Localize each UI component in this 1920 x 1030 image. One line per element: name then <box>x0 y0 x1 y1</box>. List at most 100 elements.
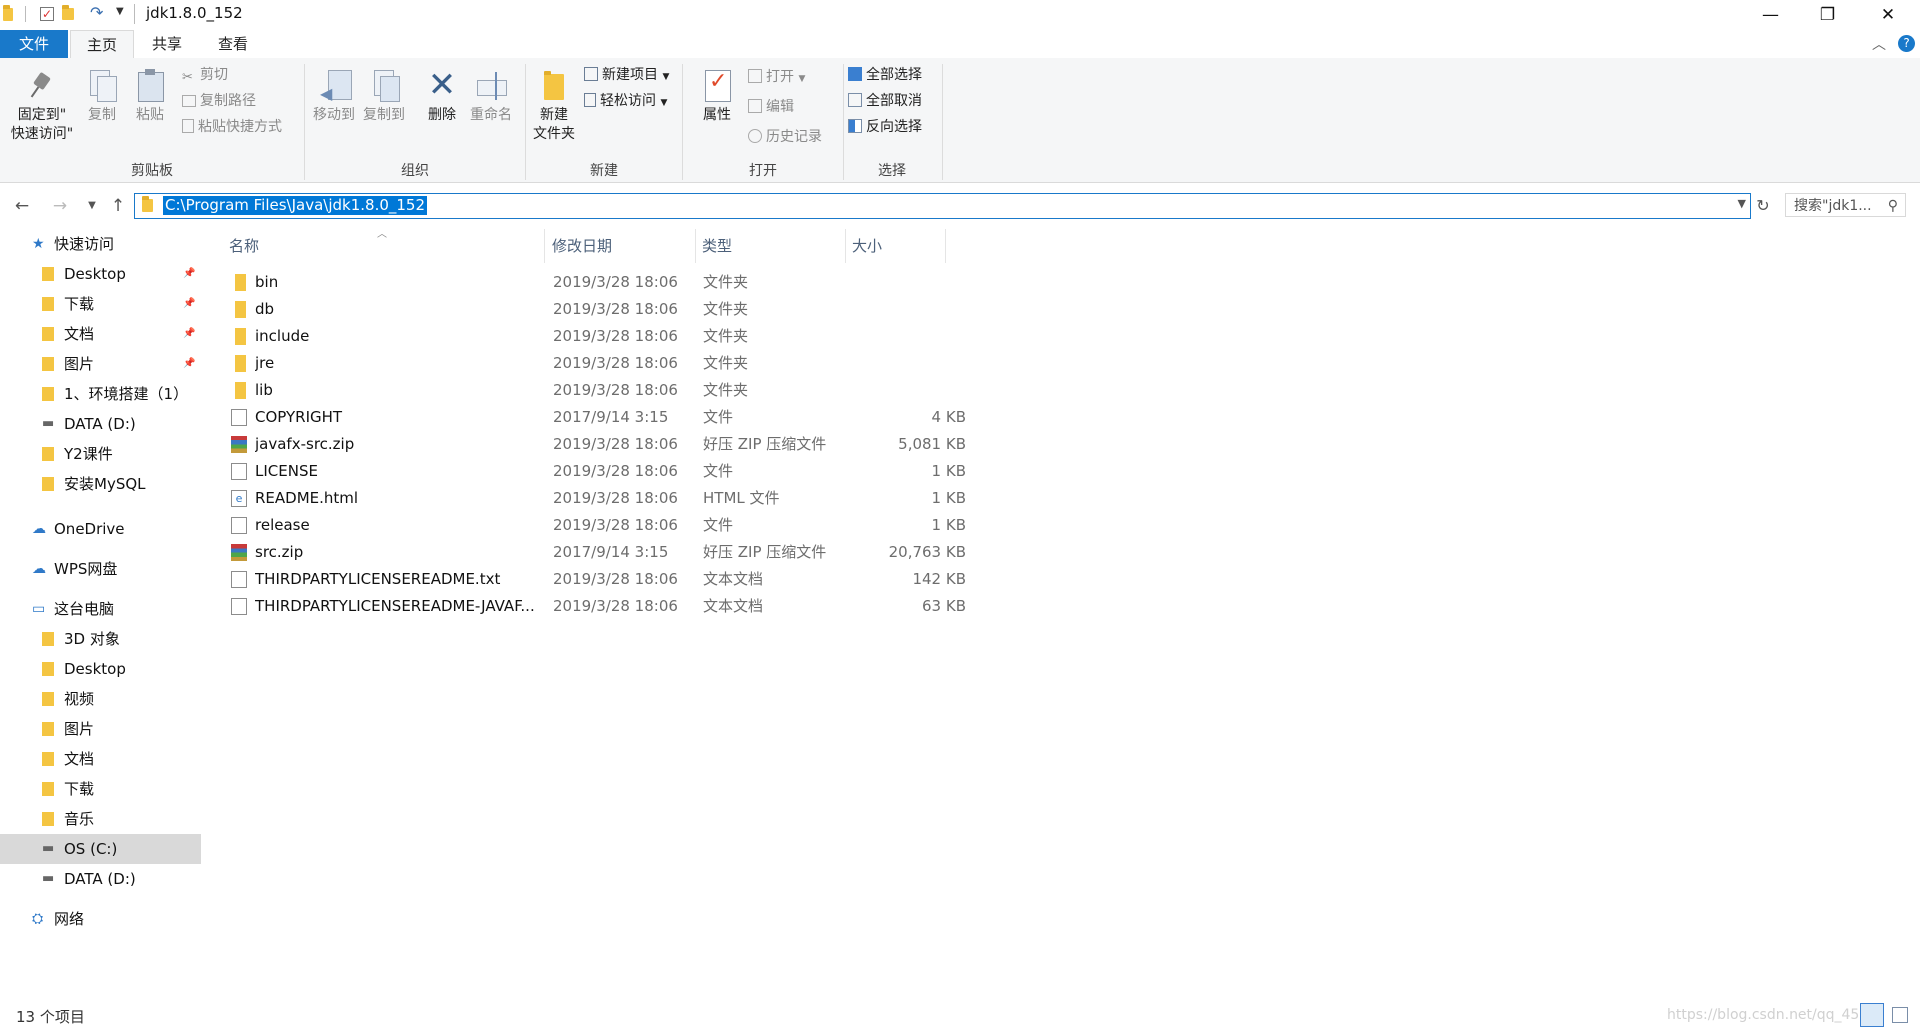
nav-item[interactable]: 3D 对象 <box>0 624 201 654</box>
refresh-icon[interactable]: ↻ <box>1751 194 1775 218</box>
tab-file[interactable]: 文件 <box>0 30 68 58</box>
properties-quick-icon[interactable]: ✓ <box>40 7 54 21</box>
file-row[interactable]: javafx-src.zip 2019/3/28 18:06 好压 ZIP 压缩文件… <box>223 431 1148 458</box>
file-row[interactable]: src.zip 2017/9/14 3:15 好压 ZIP 压缩文件 20,763 K… <box>223 539 1148 566</box>
move-to-button[interactable]: ◀ 移动到 <box>310 64 358 125</box>
nav-item[interactable]: 图片 <box>0 714 201 744</box>
new-item-button[interactable]: 新建项目 ▼ <box>584 64 669 86</box>
redo-icon[interactable]: ↷ <box>90 3 103 22</box>
nav-item[interactable]: 下载 <box>0 774 201 804</box>
file-row[interactable]: e README.html 2019/3/28 18:06 HTML 文件 1 KB <box>223 485 1148 512</box>
file-date: 2019/3/28 18:06 <box>553 489 678 507</box>
open-button[interactable]: 打开 ▼ <box>748 66 805 88</box>
restore-button[interactable]: ❐ <box>1799 0 1856 30</box>
nav-item-label: 下载 <box>64 295 95 313</box>
folder-icon <box>235 274 246 291</box>
invert-selection-button[interactable]: 反向选择 <box>848 116 922 138</box>
nav-item[interactable]: ★ 快速访问 <box>0 229 201 259</box>
title-bar: ✓ ↷ ▼ jdk1.8.0_152 — ❐ ✕ <box>0 0 1920 30</box>
nav-item[interactable]: 1、环境搭建（1） <box>0 379 201 409</box>
file-name: javafx-src.zip <box>255 435 355 453</box>
large-icons-view-icon[interactable] <box>1892 1007 1908 1023</box>
nav-item[interactable]: 音乐 <box>0 804 201 834</box>
nav-item[interactable]: ▬ DATA (D:) <box>0 864 201 894</box>
file-row[interactable]: COPYRIGHT 2017/9/14 3:15 文件 4 KB <box>223 404 1148 431</box>
nav-item[interactable]: Desktop <box>0 654 201 684</box>
address-bar[interactable]: C:\Program Files\Java\jdk1.8.0_152 ▼ <box>134 193 1751 219</box>
file-row[interactable]: include 2019/3/28 18:06 文件夹 <box>223 323 1148 350</box>
nav-item[interactable]: ▬ OS (C:) <box>0 834 201 864</box>
file-date: 2019/3/28 18:06 <box>553 300 678 318</box>
copy-icon <box>86 68 118 102</box>
nav-item-label: OneDrive <box>54 520 125 538</box>
column-header-date[interactable]: 修改日期 <box>546 229 696 263</box>
new-folder-quick-icon[interactable] <box>62 5 74 20</box>
copy-to-button[interactable]: 复制到 <box>360 64 408 125</box>
customize-toolbar-icon[interactable]: ▼ <box>116 6 124 17</box>
close-button[interactable]: ✕ <box>1858 0 1918 30</box>
nav-item[interactable]: 视频 <box>0 684 201 714</box>
easy-access-button[interactable]: 轻松访问 ▼ <box>584 90 667 112</box>
nav-item[interactable]: 文档 📌 <box>0 319 201 349</box>
drive-icon: ▬ <box>42 416 55 431</box>
minimize-button[interactable]: — <box>1742 0 1799 30</box>
back-button[interactable]: ← <box>10 194 34 218</box>
nav-item[interactable]: 下载 📌 <box>0 289 201 319</box>
paste-shortcut-button[interactable]: 粘贴快捷方式 <box>182 116 282 138</box>
nav-item[interactable]: 文档 <box>0 744 201 774</box>
history-button[interactable]: 历史记录 <box>748 126 822 148</box>
edit-button[interactable]: 编辑 <box>748 96 794 118</box>
navigation-pane: ★ 快速访问 Desktop 📌 下载 📌 文档 📌 图片 📌 1、环境搭建（1） ▬ DATA (D:… <box>0 229 201 1009</box>
copy-path-button[interactable]: 复制路径 <box>182 90 256 112</box>
column-header-name[interactable]: 名称 <box>223 229 545 263</box>
nav-item[interactable]: Desktop 📌 <box>0 259 201 289</box>
nav-item[interactable]: 安装MySQL <box>0 469 201 499</box>
nav-item[interactable]: Y2课件 <box>0 439 201 469</box>
open-icon <box>748 69 762 83</box>
up-button[interactable]: ↑ <box>106 194 130 218</box>
paste-button[interactable]: 粘贴 <box>130 64 170 125</box>
nav-item[interactable]: ⛭ 网络 <box>0 904 201 934</box>
address-path[interactable]: C:\Program Files\Java\jdk1.8.0_152 <box>163 196 428 215</box>
nav-item[interactable]: ☁ OneDrive <box>0 514 201 544</box>
forward-button[interactable]: → <box>48 194 72 218</box>
tab-home[interactable]: 主页 <box>70 30 134 60</box>
file-row[interactable]: release 2019/3/28 18:06 文件 1 KB <box>223 512 1148 539</box>
properties-button[interactable]: ✓ 属性 <box>692 64 742 125</box>
properties-label: 属性 <box>703 107 731 123</box>
file-name: jre <box>255 354 275 372</box>
file-row[interactable]: THIRDPARTYLICENSEREADME-JAVAF... 2019/3/2… <box>223 593 1148 620</box>
tab-share[interactable]: 共享 <box>136 30 198 58</box>
file-row[interactable]: jre 2019/3/28 18:06 文件夹 <box>223 350 1148 377</box>
nav-item[interactable]: ▬ DATA (D:) <box>0 409 201 439</box>
tab-view[interactable]: 查看 <box>202 30 264 58</box>
column-header-type[interactable]: 类型 <box>696 229 846 263</box>
rename-button[interactable]: 重命名 <box>466 64 516 125</box>
delete-button[interactable]: ✕ 删除 <box>420 64 464 125</box>
file-row[interactable]: THIRDPARTYLICENSEREADME.txt 2019/3/28 18:… <box>223 566 1148 593</box>
recent-locations-button[interactable]: ▼ <box>80 194 104 218</box>
file-name: db <box>255 300 275 318</box>
star-icon: ★ <box>32 236 45 252</box>
nav-item[interactable]: ▭ 这台电脑 <box>0 594 201 624</box>
collapse-ribbon-icon[interactable]: ︿ <box>1872 34 1886 54</box>
nav-item[interactable]: 图片 📌 <box>0 349 201 379</box>
select-none-button[interactable]: 全部取消 <box>848 90 922 112</box>
address-dropdown-icon[interactable]: ▼ <box>1738 197 1746 210</box>
search-input[interactable]: 搜索"jdk1... ⚲ <box>1785 193 1906 217</box>
new-folder-button[interactable]: 新建 文件夹 <box>528 64 580 144</box>
file-row[interactable]: bin 2019/3/28 18:06 文件夹 <box>223 269 1148 296</box>
pin-icon <box>26 68 58 102</box>
nav-item[interactable]: ☁ WPS网盘 <box>0 554 201 584</box>
file-row[interactable]: db 2019/3/28 18:06 文件夹 <box>223 296 1148 323</box>
copy-button[interactable]: 复制 <box>82 64 122 125</box>
file-row[interactable]: LICENSE 2019/3/28 18:06 文件 1 KB <box>223 458 1148 485</box>
select-all-button[interactable]: 全部选择 <box>848 64 922 86</box>
pin-quick-access-button[interactable]: 固定到" 快速访问" <box>4 64 80 144</box>
file-row[interactable]: lib 2019/3/28 18:06 文件夹 <box>223 377 1148 404</box>
cut-button[interactable]: ✂ 剪切 <box>182 64 228 86</box>
paste-shortcut-label: 粘贴快捷方式 <box>198 119 282 135</box>
details-view-icon[interactable] <box>1860 1003 1884 1027</box>
column-header-size[interactable]: 大小 <box>846 229 946 263</box>
help-icon[interactable]: ? <box>1898 35 1915 52</box>
